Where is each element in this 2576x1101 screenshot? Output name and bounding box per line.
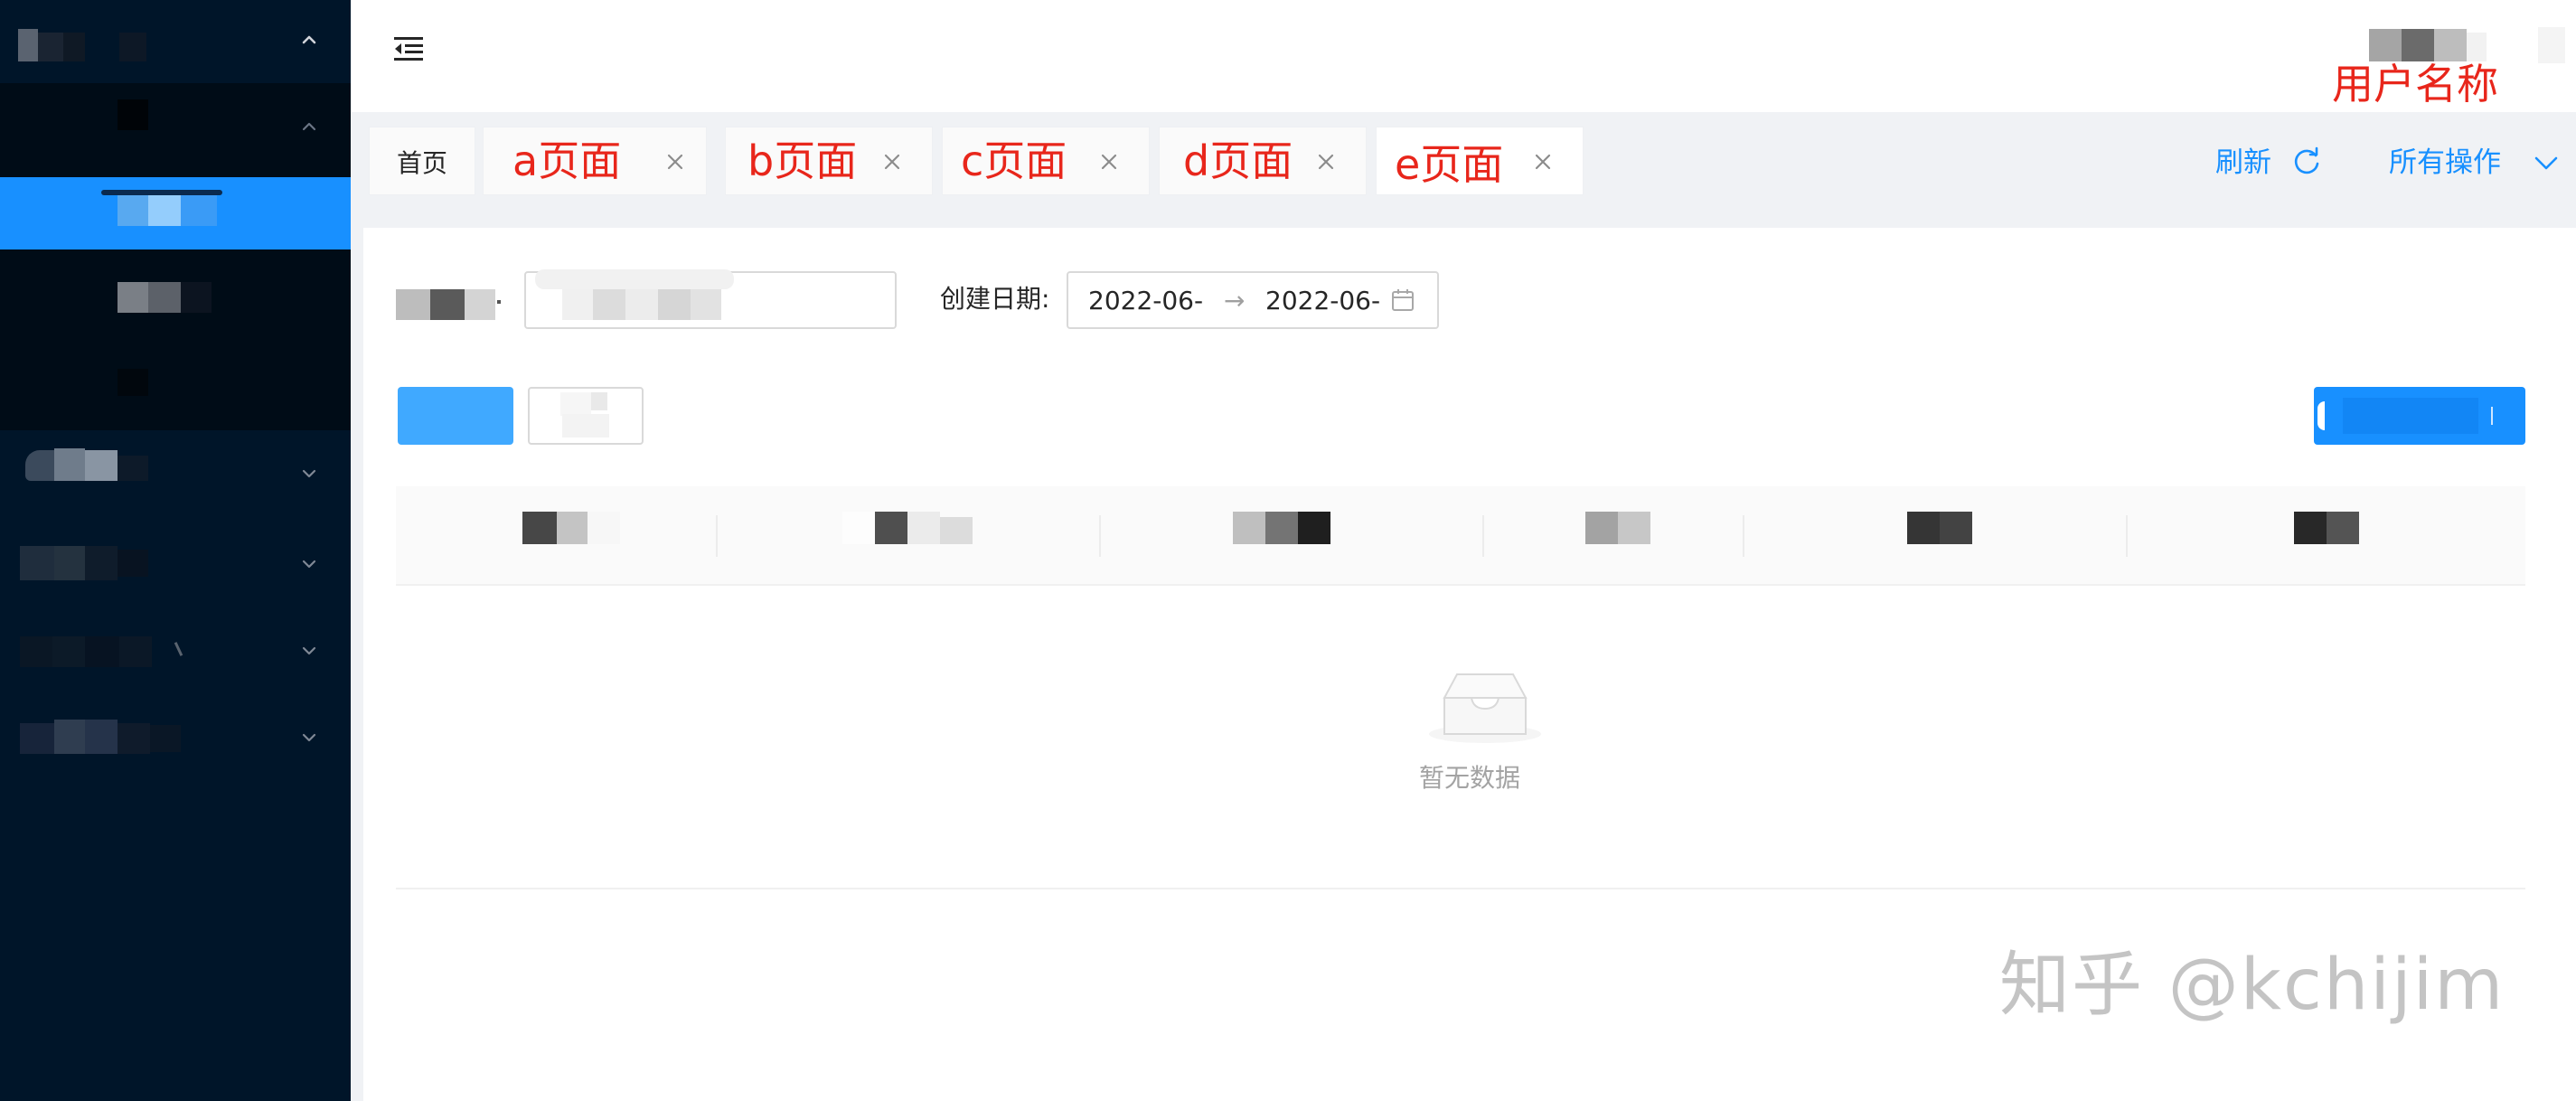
sidebar-group-2[interactable] <box>0 430 351 517</box>
sidebar-item[interactable] <box>0 340 351 430</box>
redacted-label <box>118 282 148 313</box>
date-label: 创建日期: <box>940 284 1050 314</box>
chevron-up-icon <box>300 118 318 136</box>
all-operations-dropdown[interactable]: 所有操作 <box>2389 141 2561 181</box>
close-icon[interactable] <box>1530 149 1556 174</box>
tab-label: b页面 <box>747 136 858 185</box>
user-name[interactable]: 用户名称 <box>2332 56 2498 112</box>
chevron-down-icon <box>2532 148 2561 177</box>
tab-c[interactable]: c页面 <box>942 127 1150 195</box>
close-icon[interactable] <box>1096 149 1122 174</box>
close-icon[interactable] <box>879 149 905 174</box>
chevron-down-icon <box>300 555 318 573</box>
redacted-label <box>54 720 85 754</box>
all-operations-label: 所有操作 <box>2389 146 2501 179</box>
table-divider <box>396 888 2525 889</box>
sidebar-group-1[interactable] <box>0 0 351 83</box>
date-range-picker[interactable]: 2022-06- → 2022-06- <box>1067 271 1439 329</box>
sidebar-item[interactable] <box>0 249 351 340</box>
redacted-label <box>54 448 85 481</box>
redacted-label <box>20 636 52 667</box>
sidebar-group-4[interactable] <box>0 604 351 691</box>
date-start[interactable]: 2022-06- <box>1088 286 1203 316</box>
tab-b[interactable]: b页面 <box>725 127 933 195</box>
refresh-label: 刷新 <box>2215 146 2271 179</box>
empty-text: 暂无数据 <box>1418 763 1520 793</box>
tab-a[interactable]: a页面 <box>483 127 707 195</box>
menu-fold-icon[interactable] <box>392 34 425 63</box>
close-icon[interactable] <box>663 149 688 174</box>
chevron-down-icon <box>300 642 318 660</box>
chevron-down-icon <box>300 729 318 747</box>
redacted-label <box>18 29 38 61</box>
primary-action-button[interactable] <box>2314 387 2525 445</box>
sidebar-group-3[interactable] <box>0 517 351 604</box>
search-button[interactable] <box>398 387 513 445</box>
tab-bar: 首页 a页面 b页面 c页面 d页面 e页面 刷新 所有操作 <box>351 112 2576 228</box>
redacted-label <box>20 546 54 580</box>
refresh-button[interactable]: 刷新 <box>2215 141 2326 181</box>
sidebar-subgroup[interactable] <box>0 83 351 177</box>
sidebar-group-5[interactable] <box>0 691 351 777</box>
reload-icon <box>2291 146 2322 177</box>
sidebar <box>0 0 351 1101</box>
table-header <box>396 486 2525 586</box>
date-end[interactable]: 2022-06- <box>1265 286 1380 316</box>
watermark: 知乎 @kchijim <box>1999 945 2505 1026</box>
close-icon[interactable] <box>1313 149 1339 174</box>
tab-label: e页面 <box>1395 140 1504 189</box>
tab-label: d页面 <box>1183 136 1293 185</box>
tab-e[interactable]: e页面 <box>1376 127 1584 195</box>
chevron-up-icon <box>300 31 318 49</box>
sidebar-submenu <box>0 83 351 430</box>
tab-d[interactable]: d页面 <box>1159 127 1367 195</box>
tab-label: 首页 <box>397 148 448 178</box>
tab-label: a页面 <box>512 136 622 185</box>
chevron-down-icon <box>300 465 318 483</box>
empty-inbox-icon <box>1426 669 1544 750</box>
header: 用户名称 <box>351 0 2576 112</box>
calendar-icon <box>1390 287 1415 313</box>
redacted-label <box>118 195 148 226</box>
date-separator-icon: → <box>1224 286 1246 315</box>
filter-input[interactable] <box>524 269 897 329</box>
main-area: 用户名称 首页 a页面 b页面 c页面 d页面 e页面 刷新 所有操作 创建日期… <box>351 0 2576 1101</box>
sidebar-item-active[interactable] <box>0 177 351 249</box>
reset-button[interactable] <box>528 387 644 445</box>
tab-home[interactable]: 首页 <box>369 127 475 195</box>
tab-label: c页面 <box>961 136 1067 185</box>
